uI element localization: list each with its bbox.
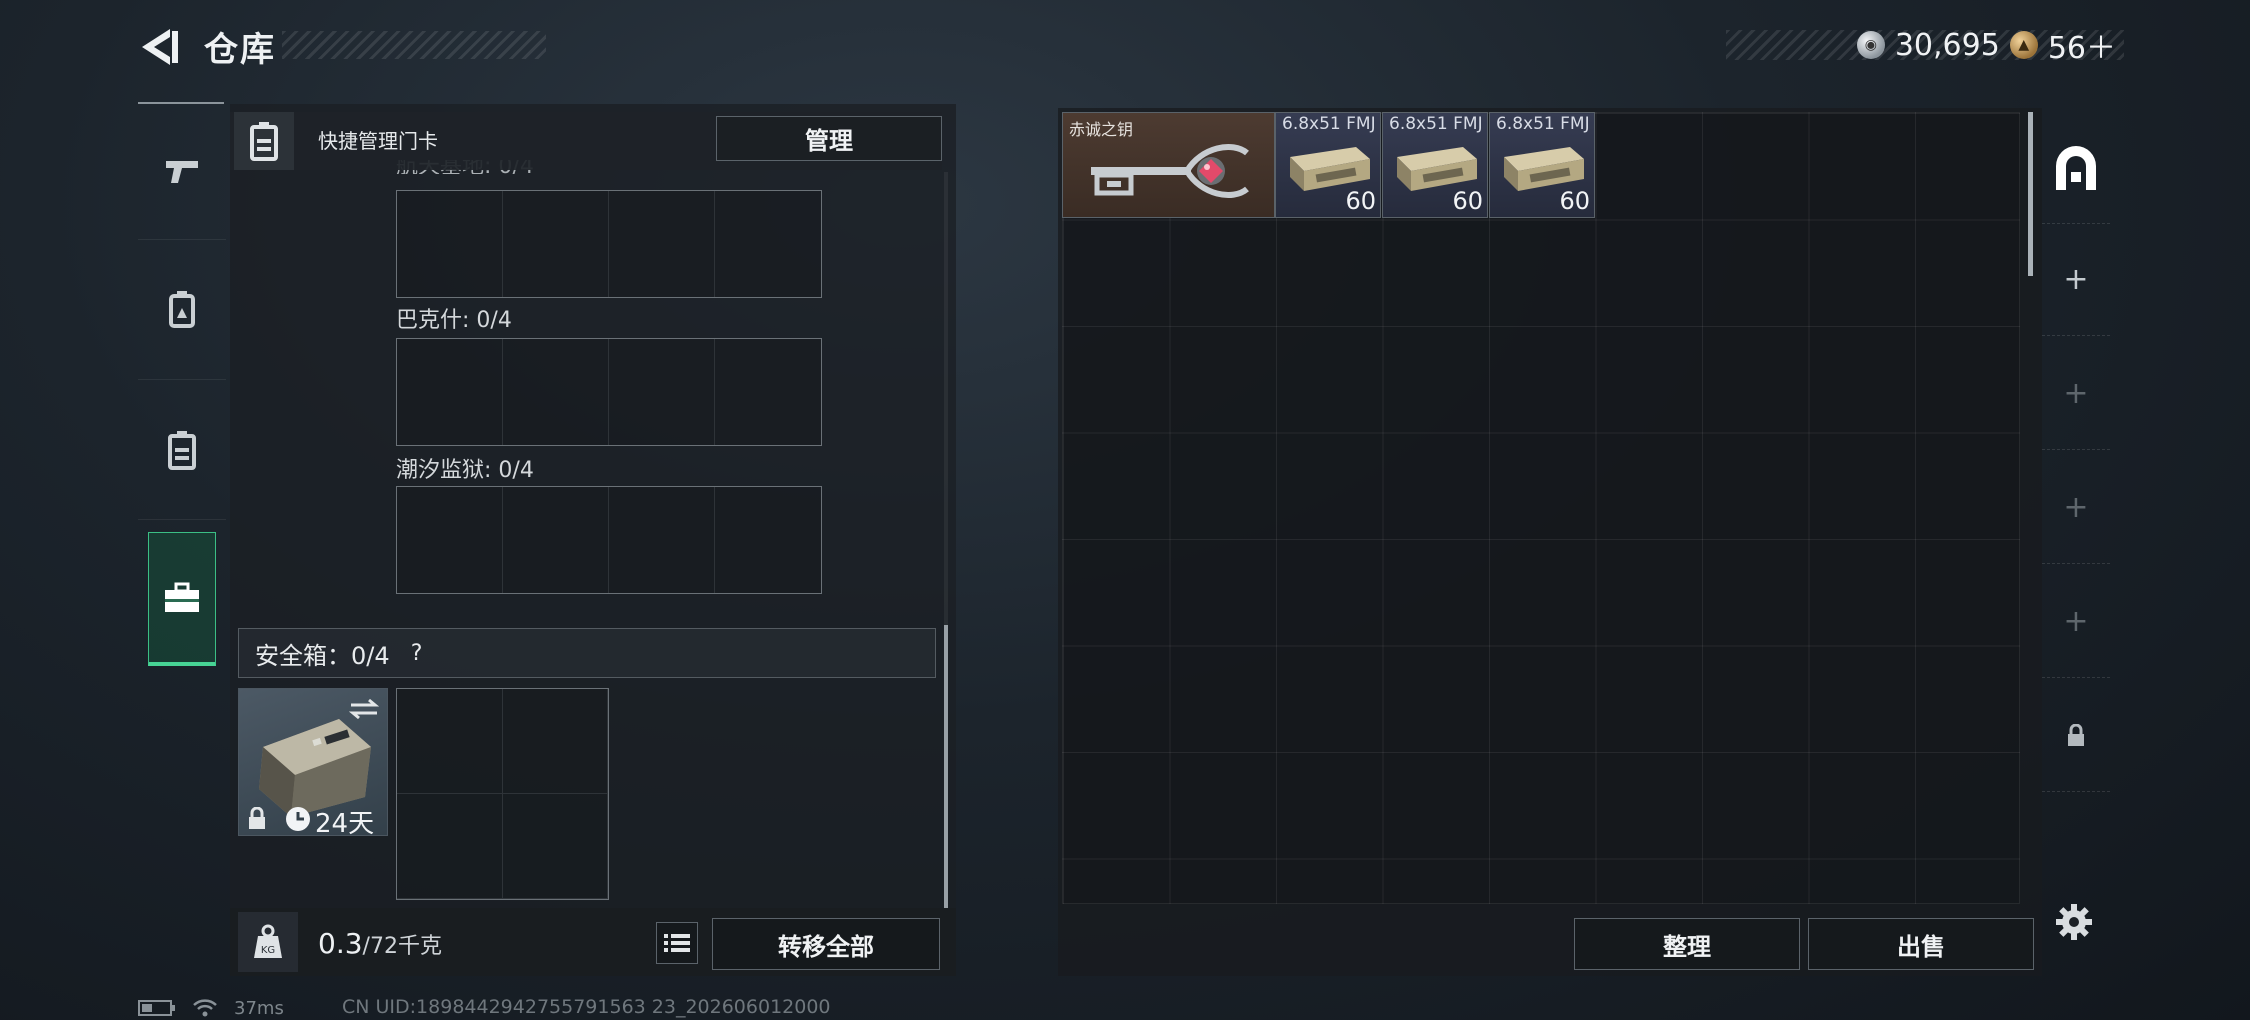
keycard-slot[interactable] bbox=[609, 191, 715, 297]
keycard-slot-row[interactable] bbox=[396, 190, 822, 298]
keycard-slot[interactable] bbox=[397, 339, 503, 445]
stash-item-ammo[interactable]: 6.8x51 FMJ 60 bbox=[1382, 112, 1488, 218]
plus-icon: + bbox=[2063, 490, 2089, 525]
stash-tab-main[interactable] bbox=[2042, 112, 2110, 224]
title-decor-stripe bbox=[282, 31, 546, 59]
wifi-icon bbox=[193, 999, 217, 1017]
add-stash-button[interactable]: + bbox=[2042, 224, 2110, 336]
weight-icon-box: KG bbox=[238, 912, 298, 972]
briefcase-icon bbox=[165, 582, 199, 612]
plus-icon: + bbox=[2063, 262, 2089, 297]
keycard-slot-row[interactable] bbox=[396, 486, 822, 594]
help-icon[interactable]: ? bbox=[402, 638, 432, 668]
battery-icon bbox=[138, 1000, 175, 1016]
safebox-grid[interactable] bbox=[396, 688, 609, 900]
keycard-slot[interactable] bbox=[715, 487, 821, 593]
keycard-slot[interactable] bbox=[609, 487, 715, 593]
keycard-icon bbox=[250, 122, 278, 161]
keycard-slot[interactable] bbox=[397, 191, 503, 297]
keycard-header-icon-box bbox=[234, 112, 294, 170]
section-label: 巴克什: 0/4 bbox=[396, 308, 512, 333]
weight-readout: 0.3/72千克 bbox=[318, 927, 442, 960]
gold-currency-value[interactable]: 56＋ bbox=[2048, 23, 2116, 67]
pistol-icon bbox=[166, 160, 198, 183]
stash-tab-rail: + + + + bbox=[2042, 112, 2110, 912]
keycard-slot[interactable] bbox=[715, 339, 821, 445]
safebox-slot[interactable] bbox=[502, 689, 608, 794]
warehouse-icon bbox=[2056, 145, 2096, 190]
weight-icon: KG bbox=[254, 924, 282, 958]
keycard-slot[interactable] bbox=[609, 339, 715, 445]
sell-button[interactable]: 出售 bbox=[1808, 918, 2034, 970]
safebox-label: 安全箱：0/4 bbox=[255, 641, 390, 670]
tab-equipment[interactable] bbox=[138, 240, 226, 380]
keycard-slot[interactable] bbox=[503, 191, 609, 297]
keycard-slot[interactable] bbox=[715, 191, 821, 297]
section-label: 潮汐监狱: 0/4 bbox=[396, 458, 534, 483]
keycard-slot-row[interactable] bbox=[396, 338, 822, 446]
manage-button[interactable]: 管理 bbox=[716, 116, 942, 161]
keycard-slot[interactable] bbox=[503, 339, 609, 445]
settings-button[interactable] bbox=[2050, 898, 2098, 946]
locked-stash-slot[interactable] bbox=[2042, 680, 2110, 792]
stash-scrollbar-thumb[interactable] bbox=[2028, 112, 2033, 276]
ping-value: 37ms bbox=[234, 997, 284, 1019]
weight-max: /72千克 bbox=[362, 934, 442, 959]
stash-item-key[interactable]: 赤诚之钥 bbox=[1062, 112, 1275, 218]
page-title: 仓库 bbox=[204, 30, 276, 70]
list-view-button[interactable] bbox=[656, 922, 698, 964]
gear-icon bbox=[2056, 904, 2092, 940]
key-icon bbox=[1091, 144, 1249, 198]
tab-safebox[interactable] bbox=[148, 532, 216, 666]
plus-icon: + bbox=[2063, 604, 2089, 639]
safebox-duration: 24天 bbox=[315, 809, 375, 839]
svg-text:KG: KG bbox=[261, 945, 275, 956]
list-icon bbox=[664, 934, 690, 952]
category-tabs bbox=[138, 100, 226, 672]
stash-item-ammo[interactable]: 6.8x51 FMJ 60 bbox=[1489, 112, 1595, 218]
status-bar: 37ms bbox=[138, 996, 284, 1020]
item-count: 60 bbox=[1345, 187, 1376, 215]
item-name: 6.8x51 FMJ bbox=[1389, 114, 1483, 134]
item-name: 6.8x51 FMJ bbox=[1282, 114, 1376, 134]
silver-coin-icon: ◉ bbox=[1856, 31, 1885, 59]
back-button[interactable] bbox=[138, 25, 182, 69]
tab-weapons[interactable] bbox=[138, 100, 226, 240]
sort-button[interactable]: 整理 bbox=[1574, 918, 1800, 970]
safebox-item[interactable]: 24天 bbox=[238, 688, 388, 839]
safebox-header: 安全箱：0/4 ? bbox=[238, 628, 936, 678]
item-name: 6.8x51 FMJ bbox=[1496, 114, 1590, 134]
clock-icon bbox=[286, 807, 310, 831]
silver-currency-value: 30,695 bbox=[1894, 27, 2000, 63]
weight-value: 0.3 bbox=[318, 927, 363, 960]
add-stash-button[interactable]: + bbox=[2042, 566, 2110, 678]
lock-icon bbox=[2068, 723, 2084, 746]
keycard-icon bbox=[168, 430, 196, 470]
plus-icon: + bbox=[2063, 376, 2089, 411]
item-count: 60 bbox=[1559, 187, 1590, 215]
currency-bar: ◉ 30,695 ▲ 56＋ bbox=[1726, 27, 2124, 66]
swap-icon[interactable] bbox=[349, 697, 379, 721]
keycard-slot[interactable] bbox=[503, 487, 609, 593]
add-stash-button[interactable]: + bbox=[2042, 338, 2110, 450]
keycard-panel-title: 快捷管理门卡 bbox=[318, 129, 438, 153]
safebox-slot[interactable] bbox=[397, 689, 503, 794]
stash-item-ammo[interactable]: 6.8x51 FMJ 60 bbox=[1275, 112, 1381, 218]
gold-coin-icon: ▲ bbox=[2009, 31, 2038, 59]
stash-grid[interactable] bbox=[1062, 112, 2020, 904]
safebox-slot[interactable] bbox=[397, 794, 503, 899]
tab-keycards[interactable] bbox=[138, 380, 226, 520]
panel-scrollbar-thumb[interactable] bbox=[944, 625, 948, 908]
keycard-slot[interactable] bbox=[397, 487, 503, 593]
transfer-all-button[interactable]: 转移全部 bbox=[712, 918, 940, 970]
uid-text: CN UID:1898442942755791563 23_2026060120… bbox=[342, 996, 831, 1018]
add-stash-button[interactable]: + bbox=[2042, 452, 2110, 564]
lock-icon bbox=[249, 807, 265, 829]
safebox-slot[interactable] bbox=[502, 794, 608, 899]
back-arrow-icon bbox=[142, 29, 178, 65]
item-count: 60 bbox=[1452, 187, 1483, 215]
backpack-icon bbox=[169, 290, 195, 328]
